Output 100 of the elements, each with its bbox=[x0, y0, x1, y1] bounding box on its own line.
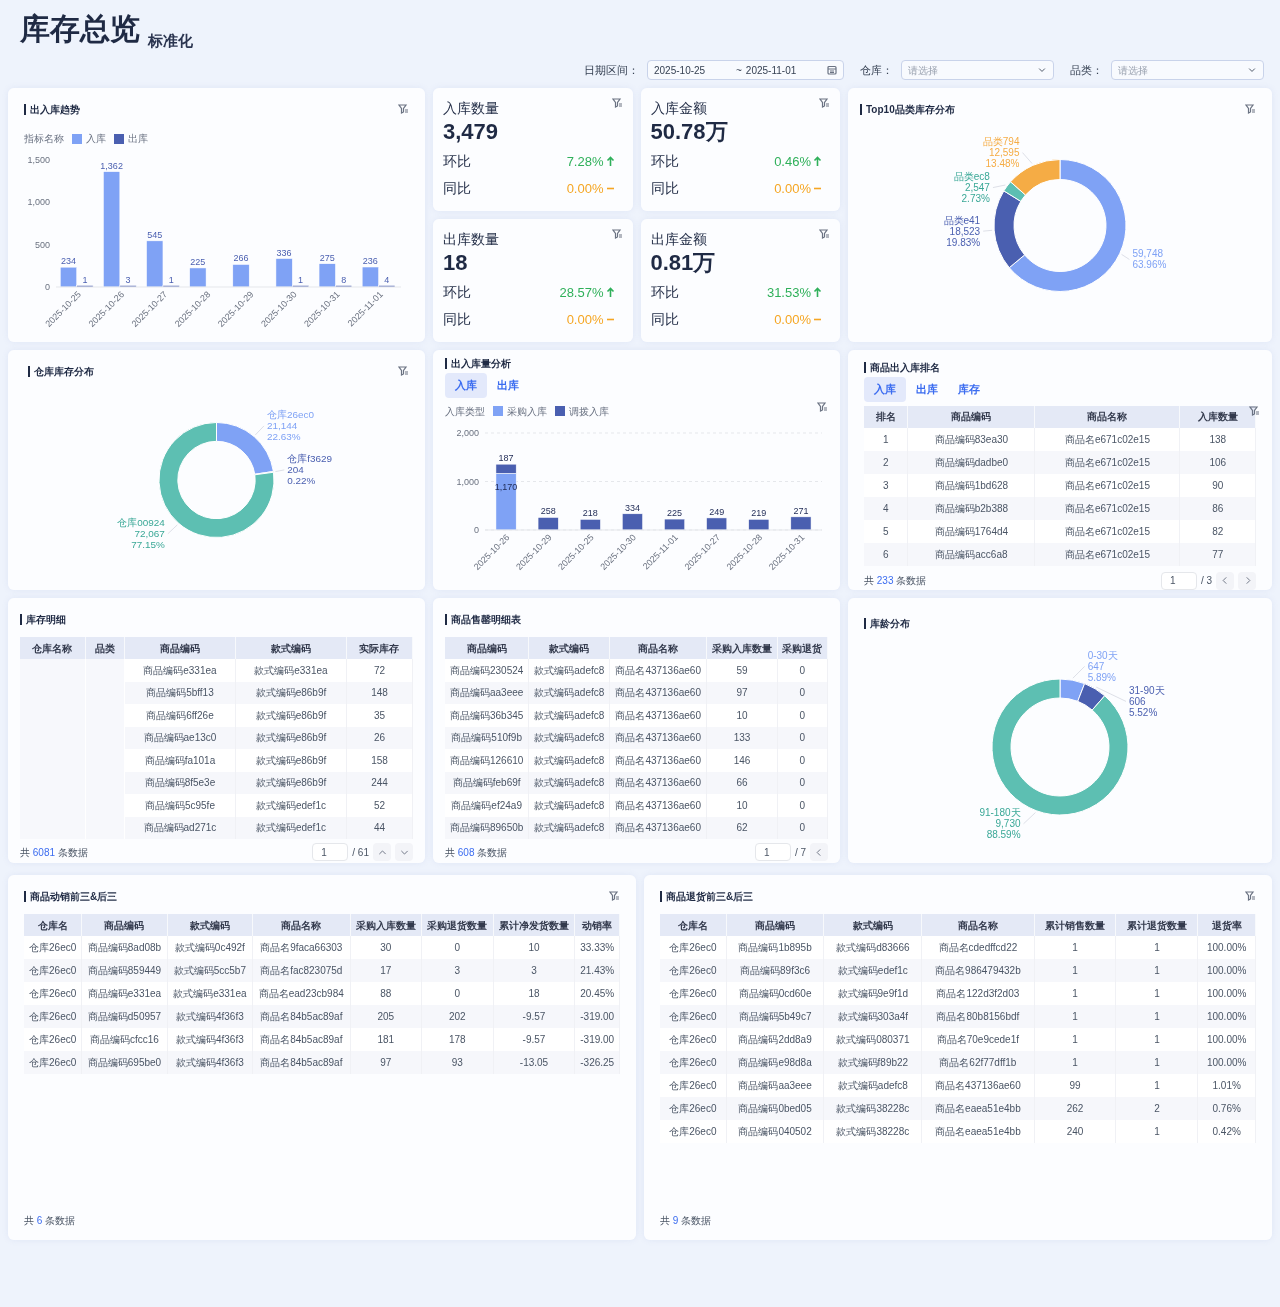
change-value: 28.57% bbox=[559, 283, 604, 302]
table-cell: 商品编码acc6a8 bbox=[907, 542, 1035, 566]
data-label: 0-30天 bbox=[1087, 649, 1118, 661]
change-value: 0.00% bbox=[774, 179, 811, 198]
data-label: 19.83% bbox=[946, 236, 981, 248]
table-cell: 0 bbox=[777, 749, 828, 772]
data-label: 1 bbox=[168, 274, 174, 285]
table-cell: 商品名437136ae60 bbox=[609, 659, 707, 682]
table-cell: 1 bbox=[864, 427, 908, 451]
table-cell: 5 bbox=[864, 519, 908, 543]
table-cell: 商品名e671c02e15 bbox=[1034, 542, 1180, 566]
kpi-value: 0.81万 bbox=[650, 248, 716, 276]
data-label: 仓库26ec0 bbox=[267, 409, 314, 421]
comparison-label: 环比 bbox=[443, 152, 471, 171]
table-cell: 商品名84b5ac89af bbox=[252, 1051, 351, 1074]
page-subtitle: 标准化 bbox=[148, 30, 193, 51]
card-title: 库龄分布 bbox=[864, 618, 910, 629]
table-cell: 款式编码4f36f3 bbox=[167, 1051, 253, 1074]
legend-title: 指标名称 bbox=[24, 132, 64, 146]
data-label: 品类ec8 bbox=[953, 171, 990, 183]
record-count: 共 6081 条数据 bbox=[20, 845, 88, 860]
page-total: / 61 bbox=[352, 845, 369, 860]
table-cell: 商品编码b2b388 bbox=[907, 496, 1035, 520]
table-cell: 158 bbox=[346, 749, 413, 772]
data-label: 18,523 bbox=[949, 225, 981, 237]
comparison-label: 环比 bbox=[650, 283, 679, 302]
table-cell: 商品编码1bd628 bbox=[907, 473, 1035, 497]
table-cell: 72 bbox=[346, 659, 413, 682]
table-cell: 44 bbox=[346, 816, 413, 839]
table-cell: -13.05 bbox=[493, 1051, 575, 1074]
table-cell: 商品名437136ae60 bbox=[609, 704, 707, 727]
filter-label: 品类： bbox=[1070, 62, 1103, 78]
table-cell: 商品编码6ff26e bbox=[124, 704, 236, 727]
card-title: 商品动销前三&后三 bbox=[24, 891, 118, 902]
kpi-label: 出库金额 bbox=[650, 231, 707, 249]
change-value: 0.00% bbox=[566, 310, 604, 329]
column-header: 商品名称 bbox=[1034, 405, 1180, 428]
table-cell: 商品编码36b345 bbox=[445, 704, 529, 727]
table-cell: 240 bbox=[1034, 1120, 1116, 1143]
data-label: 72,067 bbox=[134, 528, 165, 540]
axis-label: 2,000 bbox=[456, 427, 479, 438]
table-cell: 52 bbox=[346, 794, 413, 817]
table-cell: 35 bbox=[346, 704, 413, 727]
kpi-label: 出库数量 bbox=[443, 231, 499, 249]
kpi-value: 3,479 bbox=[443, 117, 499, 145]
data-label: 1 bbox=[298, 274, 304, 285]
data-label: 21,144 bbox=[267, 420, 298, 432]
table-cell: 106 bbox=[1179, 450, 1256, 474]
table-cell: 仓库26ec0 bbox=[660, 1120, 727, 1143]
column-header: 商品编码 bbox=[907, 405, 1035, 428]
data-label: 275 bbox=[319, 252, 335, 263]
data-label: 258 bbox=[540, 506, 556, 516]
table-cell: 0 bbox=[777, 794, 828, 817]
table-cell: 82 bbox=[1179, 519, 1256, 543]
table-cell: 商品编码fa101a bbox=[124, 749, 236, 772]
table-cell: 3 bbox=[864, 473, 908, 497]
card-title: 商品出入库排名 bbox=[864, 362, 940, 373]
change-value: 0.00% bbox=[774, 310, 811, 329]
data-label: 234 bbox=[61, 256, 76, 267]
change-value: 31.53% bbox=[766, 283, 811, 302]
data-label: 225 bbox=[667, 507, 683, 518]
table-cell: 商品编码83ea30 bbox=[907, 427, 1035, 451]
table-cell: 款式编码adefc8 bbox=[528, 749, 610, 772]
legend-title: 入库类型 bbox=[445, 404, 485, 419]
table-cell: 6 bbox=[864, 542, 908, 566]
comparison-label: 环比 bbox=[443, 283, 471, 302]
table-cell: 款式编码e331ea bbox=[235, 659, 347, 682]
data-label: 4 bbox=[384, 274, 390, 285]
data-label: 0.22% bbox=[287, 475, 316, 487]
comparison-label: 同比 bbox=[443, 179, 471, 198]
date-start: 2025-10-25 bbox=[654, 63, 707, 78]
data-label: 219 bbox=[751, 507, 767, 518]
comparison-label: 同比 bbox=[650, 310, 679, 329]
data-label: 91-180天 bbox=[979, 807, 1021, 819]
table-cell: 1 bbox=[1115, 1120, 1198, 1143]
data-label: 仓库00924 bbox=[117, 517, 165, 529]
card-title: 商品退货前三&后三 bbox=[660, 891, 754, 902]
table-cell: 款式编码edef1c bbox=[235, 794, 347, 817]
table-cell: 商品编码dadbe0 bbox=[907, 450, 1035, 474]
data-label: 187 bbox=[498, 452, 514, 463]
table-cell: 77 bbox=[1179, 542, 1256, 566]
table-cell: 2 bbox=[864, 450, 908, 474]
card-title: 仓库库存分布 bbox=[28, 366, 94, 377]
record-count: 共 6 条数据 bbox=[24, 1214, 77, 1228]
data-label: 31-90天 bbox=[1129, 684, 1165, 696]
table-cell: 款式编码adefc8 bbox=[528, 794, 610, 817]
data-label: 218 bbox=[582, 507, 598, 518]
data-label: 59,748 bbox=[1132, 248, 1163, 260]
filter-label: 日期区间： bbox=[584, 62, 639, 78]
data-label: 204 bbox=[287, 464, 304, 476]
data-label: 88.59% bbox=[986, 829, 1021, 841]
table-cell: 商品名e671c02e15 bbox=[1034, 473, 1180, 497]
kpi-value: 50.78万 bbox=[650, 117, 728, 145]
data-label: 品类794 bbox=[982, 136, 1020, 148]
kpi-label: 入库金额 bbox=[650, 100, 707, 118]
data-label: 3 bbox=[125, 274, 131, 285]
table-cell: 款式编码edef1c bbox=[235, 816, 347, 839]
page-title: 库存总览 bbox=[20, 14, 140, 44]
change-value: 7.28% bbox=[566, 152, 604, 171]
data-label: 9,730 bbox=[995, 818, 1021, 830]
